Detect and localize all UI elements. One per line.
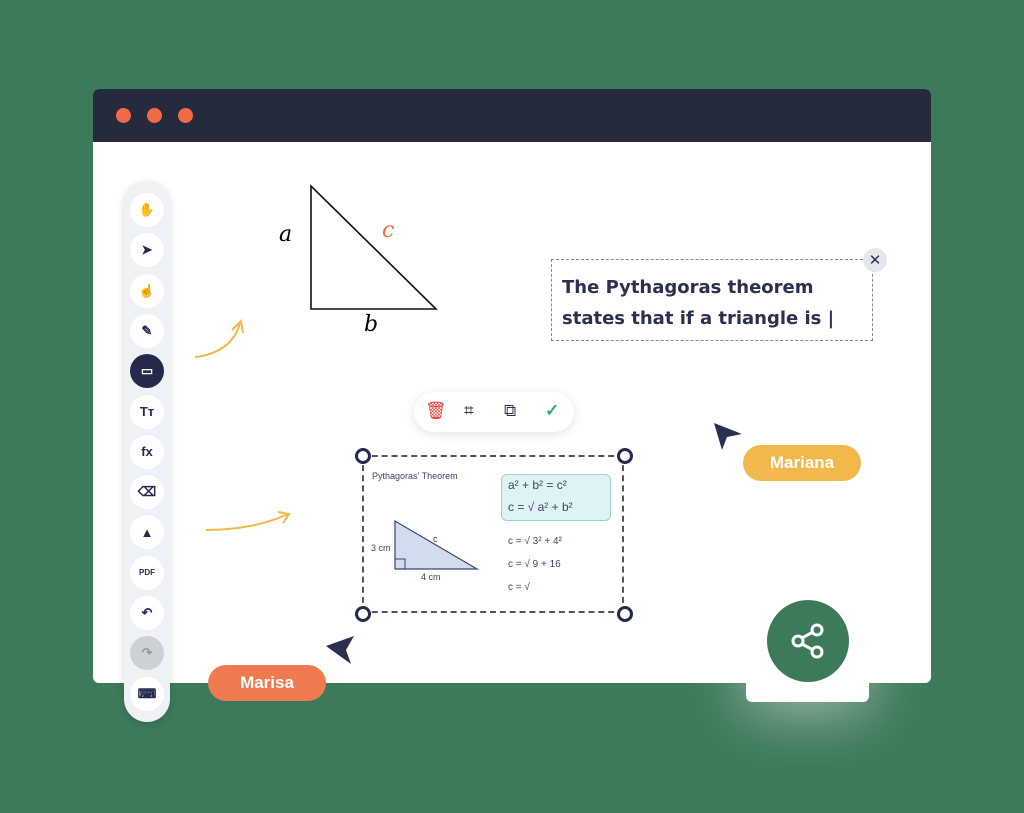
hand-icon: ✋ xyxy=(138,202,156,217)
label-b: b xyxy=(364,312,379,337)
eraser-tool[interactable]: ⌫ xyxy=(130,475,164,510)
image-title: Pythagoras' Theorem xyxy=(372,471,458,481)
pencil-icon: ✎ xyxy=(141,322,153,338)
equation: c = √ a² + b² xyxy=(508,500,573,514)
resize-handle[interactable] xyxy=(355,606,371,622)
text-icon: Tт xyxy=(139,404,155,419)
select-arrow-icon: ➤ xyxy=(141,242,153,258)
resize-handle[interactable] xyxy=(355,448,371,464)
label-a: a xyxy=(279,222,293,247)
text-tool[interactable]: Tт xyxy=(130,394,164,429)
share-icon xyxy=(791,623,824,659)
rectangle-tool[interactable]: ▭ xyxy=(130,354,164,389)
arrow-doodle xyxy=(205,511,291,531)
mariana-cursor-icon xyxy=(714,423,742,450)
image-toolbar: 🗑 ⌗ ⧉ ✓ xyxy=(414,392,574,432)
keyboard-icon: ⌨ xyxy=(137,685,157,701)
select-arrow-tool[interactable]: ➤ xyxy=(130,233,164,268)
equation-step: c = √ 9 + 16 xyxy=(508,559,561,570)
formula-icon: fx xyxy=(141,444,153,460)
drawn-triangle xyxy=(310,184,438,310)
formula-tool[interactable]: fx xyxy=(130,434,164,469)
user-tag-marisa: Marisa xyxy=(208,665,326,701)
image-tool[interactable]: ▲ xyxy=(130,515,164,550)
keyboard-tool[interactable]: ⌨ xyxy=(130,676,164,711)
image-icon: ▲ xyxy=(140,524,154,540)
pdf-icon: PDF xyxy=(139,568,155,578)
copy-icon[interactable]: ⧉ xyxy=(504,401,516,421)
user-tag-mariana: Mariana xyxy=(743,445,861,481)
check-icon[interactable]: ✓ xyxy=(545,401,559,421)
close-icon[interactable]: ✕ xyxy=(863,248,887,272)
equation-step: c = √ 3² + 4² xyxy=(508,536,562,547)
equation-step: c = √ xyxy=(508,582,530,593)
arrow-doodle xyxy=(194,318,244,358)
eraser-icon: ⌫ xyxy=(137,484,157,500)
pointer-hand-icon: ☝ xyxy=(138,282,156,298)
text-box-content[interactable]: The Pythagoras theorem states that if a … xyxy=(562,277,834,329)
undo-icon: ↶ xyxy=(141,605,153,620)
pdf-tool[interactable]: PDF xyxy=(130,555,164,590)
marisa-cursor-icon xyxy=(326,636,354,664)
text-box[interactable]: The Pythagoras theorem states that if a … xyxy=(551,259,873,341)
share-button[interactable] xyxy=(767,600,849,682)
share-panel xyxy=(746,580,869,702)
rectangle-icon: ▭ xyxy=(140,363,154,379)
redo-icon: ↷ xyxy=(141,645,153,661)
pencil-tool[interactable]: ✎ xyxy=(130,313,164,348)
resize-handle[interactable] xyxy=(617,448,633,464)
crop-icon[interactable]: ⌗ xyxy=(464,401,474,421)
label-c: c xyxy=(382,218,395,243)
undo-tool[interactable]: ↶ xyxy=(130,596,164,630)
hyp-label: c xyxy=(433,534,438,544)
side-a-label: 3 cm xyxy=(371,543,391,553)
resize-handle[interactable] xyxy=(617,606,633,622)
side-b-label: 4 cm xyxy=(421,572,441,582)
pointer-hand-tool[interactable]: ☝ xyxy=(130,273,164,308)
delete-icon[interactable]: 🗑 xyxy=(425,401,447,421)
equation: a² + b² = c² xyxy=(508,478,567,492)
hand-tool[interactable]: ✋ xyxy=(130,193,164,227)
redo-tool[interactable]: ↷ xyxy=(130,636,164,671)
tool-sidebar: ✋ ➤ ☝ ✎ ▭ Tт fx ⌫ ▲ PDF ↶ ↷ ⌨ xyxy=(124,181,170,722)
